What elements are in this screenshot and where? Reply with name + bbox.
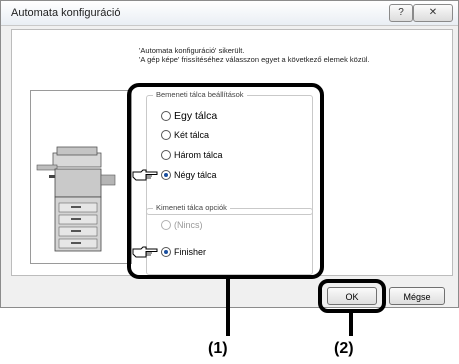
cancel-button[interactable]: Mégse xyxy=(389,287,445,305)
close-button[interactable]: ✕ xyxy=(413,4,453,22)
callout-2: (2) xyxy=(334,340,354,357)
callout-2-line xyxy=(349,312,353,336)
printer-image-frame xyxy=(30,90,132,264)
content-panel: 'Automata konfiguráció' sikerült. 'A gép… xyxy=(11,29,453,279)
ok-highlight-frame xyxy=(318,279,386,313)
options-highlight-frame xyxy=(127,83,324,279)
title-bar: Automata konfiguráció ? ✕ xyxy=(1,1,458,26)
callout-1-line xyxy=(226,276,230,336)
help-button[interactable]: ? xyxy=(389,4,413,22)
window-title: Automata konfiguráció xyxy=(11,7,121,19)
printer-icon xyxy=(36,146,116,252)
message-line-1: 'Automata konfiguráció' sikerült. xyxy=(139,46,245,55)
message-line-2: 'A gép képe' frissítéséhez válasszon egy… xyxy=(139,55,370,64)
callout-1: (1) xyxy=(208,340,228,357)
automata-konfiguracio-dialog: Automata konfiguráció ? ✕ 'Automata konf… xyxy=(0,0,459,313)
